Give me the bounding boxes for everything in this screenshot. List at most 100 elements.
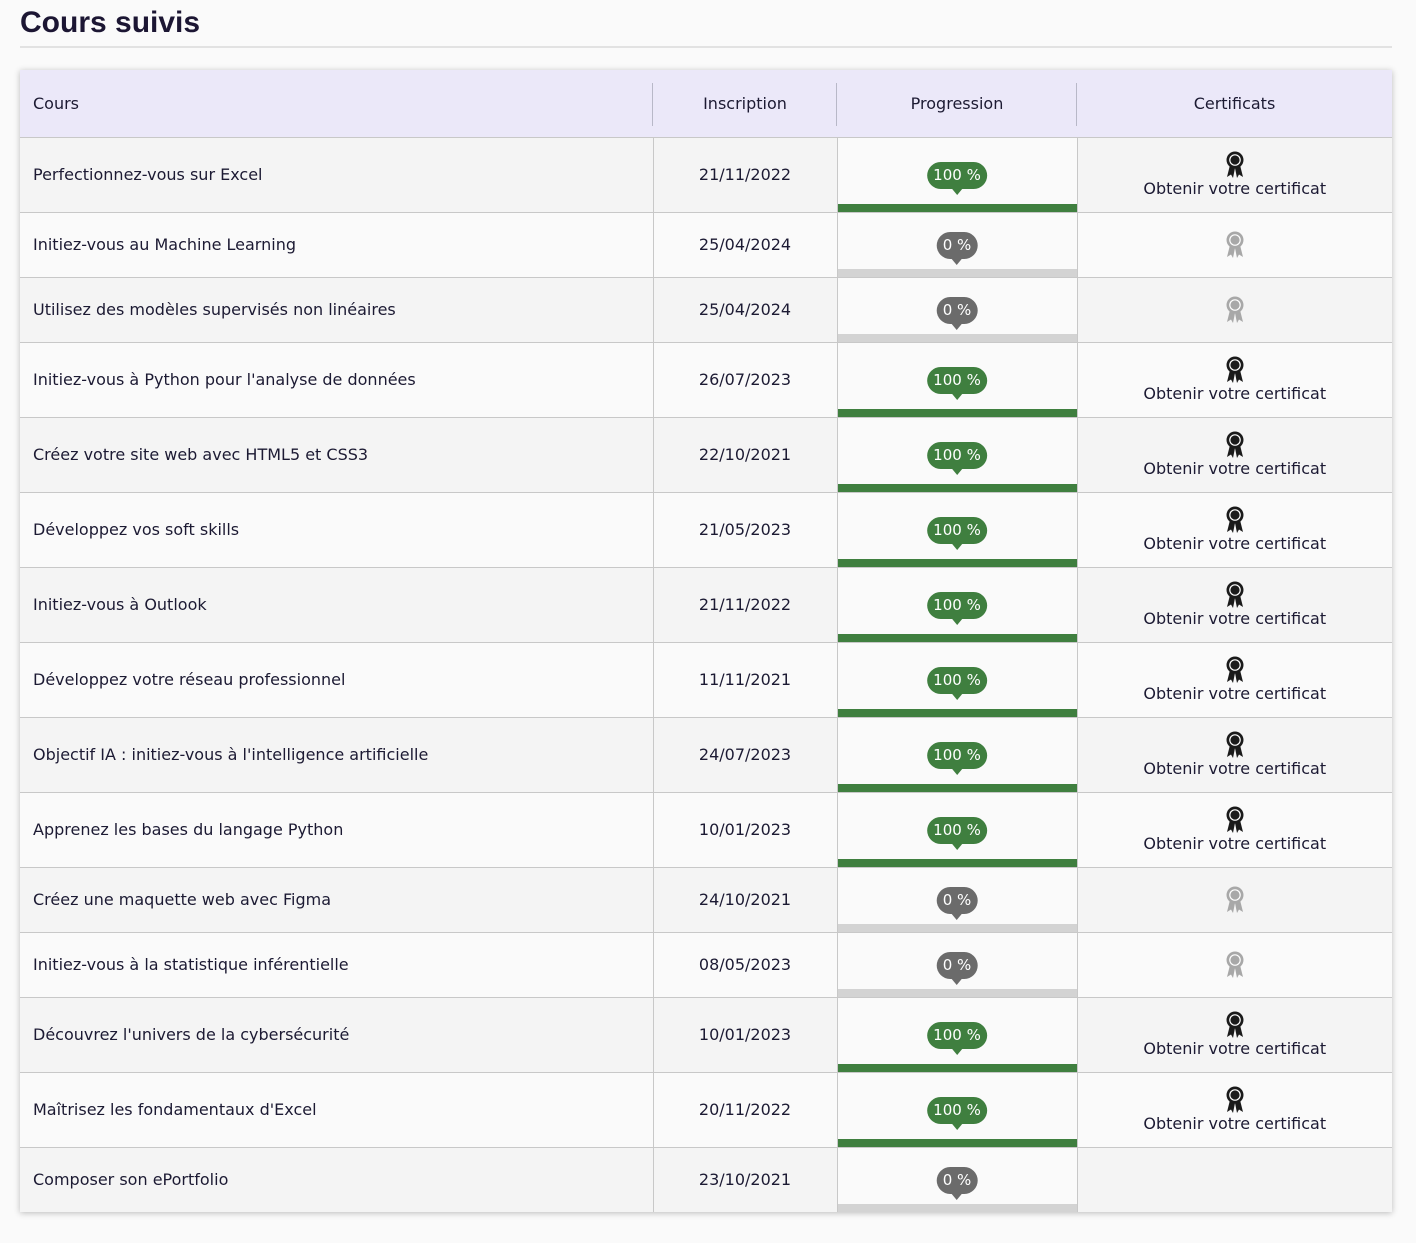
progress-bar — [837, 1204, 1077, 1212]
award-ribbon-icon[interactable] — [1224, 1011, 1246, 1039]
progress-bar — [837, 1138, 1077, 1147]
award-ribbon-icon[interactable] — [1224, 151, 1246, 179]
award-ribbon-locked-icon — [1224, 231, 1246, 259]
progress-bar — [837, 923, 1077, 932]
inscription-date: 20/11/2022 — [653, 1072, 838, 1147]
progress-cell: 100 % — [837, 492, 1078, 567]
course-title[interactable]: Initiez-vous à la statistique inférentie… — [20, 932, 654, 997]
progress-percentage-badge: 100 % — [927, 591, 987, 625]
progress-bar — [837, 633, 1077, 642]
table-row: Initiez-vous à Python pour l'analyse de … — [20, 342, 1392, 417]
award-ribbon-icon[interactable] — [1224, 731, 1246, 759]
inscription-date: 23/10/2021 — [653, 1147, 838, 1212]
progress-cell: 0 % — [837, 867, 1078, 932]
column-header-course[interactable]: Cours — [20, 70, 653, 138]
certificate-cell — [1077, 277, 1392, 342]
progress-bar-fill — [837, 203, 1077, 212]
table-header-row: Cours Inscription Progression Certificat… — [20, 70, 1392, 138]
progress-bar — [837, 483, 1077, 492]
progress-bar — [837, 783, 1077, 792]
progress-cell: 100 % — [837, 997, 1078, 1072]
progress-cell: 100 % — [837, 792, 1078, 867]
table-row: Composer son ePortfolio 23/10/2021 0 % — [20, 1147, 1392, 1212]
course-title[interactable]: Objectif IA : initiez-vous à l'intellige… — [20, 717, 654, 792]
get-certificate-link[interactable]: Obtenir votre certificat — [1143, 609, 1326, 629]
courses-table: Cours Inscription Progression Certificat… — [20, 70, 1392, 1212]
progress-percentage-badge: 100 % — [927, 666, 987, 700]
certificate-cell: Obtenir votre certificat — [1077, 417, 1392, 492]
certificate-cell: Obtenir votre certificat — [1077, 567, 1392, 642]
get-certificate-link[interactable]: Obtenir votre certificat — [1143, 1114, 1326, 1134]
progress-bar-fill — [837, 1138, 1077, 1147]
get-certificate-link[interactable]: Obtenir votre certificat — [1143, 1039, 1326, 1059]
course-title[interactable]: Perfectionnez-vous sur Excel — [20, 137, 654, 212]
certificate-cell-content — [1078, 951, 1393, 979]
course-title[interactable]: Initiez-vous au Machine Learning — [20, 212, 654, 277]
course-title[interactable]: Développez vos soft skills — [20, 492, 654, 567]
inscription-date: 25/04/2024 — [653, 277, 838, 342]
table-row: Initiez-vous au Machine Learning 25/04/20… — [20, 212, 1392, 277]
progress-percentage-badge: 100 % — [927, 816, 987, 850]
get-certificate-link[interactable]: Obtenir votre certificat — [1143, 384, 1326, 404]
award-ribbon-icon[interactable] — [1224, 356, 1246, 384]
award-ribbon-icon[interactable] — [1224, 656, 1246, 684]
course-title[interactable]: Composer son ePortfolio — [20, 1147, 654, 1212]
column-header-inscription[interactable]: Inscription — [653, 70, 837, 138]
table-row: Apprenez les bases du langage Python 10/0… — [20, 792, 1392, 867]
course-title[interactable]: Maîtrisez les fondamentaux d'Excel — [20, 1072, 654, 1147]
inscription-date: 11/11/2021 — [653, 642, 838, 717]
certificate-cell: Obtenir votre certificat — [1077, 492, 1392, 567]
award-ribbon-icon[interactable] — [1224, 581, 1246, 609]
course-title[interactable]: Découvrez l'univers de la cybersécurité — [20, 997, 654, 1072]
progress-bar-fill — [837, 483, 1077, 492]
get-certificate-link[interactable]: Obtenir votre certificat — [1143, 684, 1326, 704]
progress-cell: 100 % — [837, 1072, 1078, 1147]
course-title[interactable]: Créez votre site web avec HTML5 et CSS3 — [20, 417, 654, 492]
progress-cell: 100 % — [837, 137, 1078, 212]
get-certificate-link[interactable]: Obtenir votre certificat — [1143, 534, 1326, 554]
progress-cell: 0 % — [837, 1147, 1078, 1212]
award-ribbon-locked-icon — [1224, 296, 1246, 324]
progress-cell: 0 % — [837, 212, 1078, 277]
progress-cell: 100 % — [837, 717, 1078, 792]
inscription-date: 21/11/2022 — [653, 137, 838, 212]
award-ribbon-icon[interactable] — [1224, 1086, 1246, 1114]
progress-cell: 0 % — [837, 277, 1078, 342]
award-ribbon-icon[interactable] — [1224, 506, 1246, 534]
certificate-cell-content: Obtenir votre certificat — [1078, 1086, 1393, 1134]
certificate-cell: Obtenir votre certificat — [1077, 997, 1392, 1072]
progress-bar — [837, 1063, 1077, 1072]
get-certificate-link[interactable]: Obtenir votre certificat — [1143, 459, 1326, 479]
get-certificate-link[interactable]: Obtenir votre certificat — [1143, 179, 1326, 199]
award-ribbon-locked-icon — [1224, 886, 1246, 914]
title-divider — [20, 46, 1392, 48]
progress-percentage-badge: 100 % — [927, 366, 987, 400]
column-header-progression[interactable]: Progression — [837, 70, 1077, 138]
progress-percentage-badge: 100 % — [927, 516, 987, 550]
inscription-date: 08/05/2023 — [653, 932, 838, 997]
inscription-date: 26/07/2023 — [653, 342, 838, 417]
certificate-cell — [1077, 1147, 1392, 1212]
get-certificate-link[interactable]: Obtenir votre certificat — [1143, 834, 1326, 854]
course-title[interactable]: Créez une maquette web avec Figma — [20, 867, 654, 932]
award-ribbon-icon[interactable] — [1224, 806, 1246, 834]
certificate-cell-content — [1078, 886, 1393, 914]
progress-percentage-badge: 100 % — [927, 741, 987, 775]
inscription-date: 21/05/2023 — [653, 492, 838, 567]
course-title[interactable]: Apprenez les bases du langage Python — [20, 792, 654, 867]
course-title[interactable]: Initiez-vous à Python pour l'analyse de … — [20, 342, 654, 417]
certificate-cell — [1077, 932, 1392, 997]
progress-percentage-badge: 100 % — [927, 441, 987, 475]
certificate-cell-content — [1078, 231, 1393, 259]
award-ribbon-icon[interactable] — [1224, 431, 1246, 459]
certificate-cell-content: Obtenir votre certificat — [1078, 356, 1393, 404]
progress-percentage-badge: 0 % — [936, 951, 978, 985]
course-title[interactable]: Initiez-vous à Outlook — [20, 567, 654, 642]
course-title[interactable]: Développez votre réseau professionnel — [20, 642, 654, 717]
certificate-cell: Obtenir votre certificat — [1077, 137, 1392, 212]
course-title[interactable]: Utilisez des modèles supervisés non liné… — [20, 277, 654, 342]
certificate-cell: Obtenir votre certificat — [1077, 792, 1392, 867]
get-certificate-link[interactable]: Obtenir votre certificat — [1143, 759, 1326, 779]
inscription-date: 25/04/2024 — [653, 212, 838, 277]
progress-bar-fill — [837, 1063, 1077, 1072]
